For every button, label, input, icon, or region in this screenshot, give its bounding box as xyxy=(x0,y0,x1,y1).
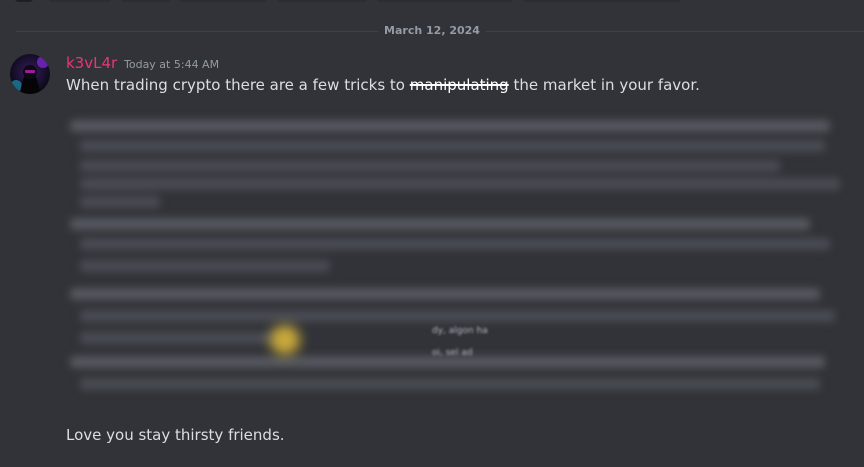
message-text-strikethrough: manipulating xyxy=(409,76,509,94)
reaction-pill[interactable] xyxy=(522,0,682,2)
date-text: March 12, 2024 xyxy=(378,24,486,37)
blurred-fragment: dy, algon ha xyxy=(432,326,488,336)
avatar[interactable] xyxy=(10,54,50,94)
message-text-start: When trading crypto there are a few tric… xyxy=(66,76,405,94)
blurred-line xyxy=(80,260,330,272)
blurred-line xyxy=(80,140,825,152)
message-text-end: the market in your favor. xyxy=(513,76,700,94)
message-author[interactable]: k3vL4r xyxy=(66,54,117,72)
message-closing-line: Love you stay thirsty friends. xyxy=(66,426,285,444)
message-timestamp: Today at 5:44 AM xyxy=(124,58,220,71)
blurred-fragment: oi, sel ad xyxy=(432,348,473,358)
blurred-line xyxy=(80,196,160,208)
chat-view: March 12, 2024 k3vL4r Today at 5:44 AM W… xyxy=(0,0,864,467)
message-first-line: When trading crypto there are a few tric… xyxy=(66,76,700,94)
blurred-line xyxy=(80,378,820,390)
blurred-line xyxy=(70,288,820,300)
reaction-pill[interactable] xyxy=(48,0,112,2)
blurred-emoji xyxy=(270,325,300,355)
reaction-pill[interactable] xyxy=(179,0,267,2)
blurred-text-lines xyxy=(60,110,850,410)
blurred-message-body: dy, algon ha oi, sel ad xyxy=(60,110,850,410)
reaction-pill[interactable] xyxy=(276,0,368,2)
blurred-line xyxy=(70,120,830,132)
blurred-line xyxy=(80,238,830,250)
blurred-line xyxy=(80,332,290,344)
reaction-pill[interactable] xyxy=(14,0,34,2)
date-divider-label: March 12, 2024 xyxy=(0,24,864,37)
blurred-line xyxy=(80,310,835,322)
top-toolbar-cropped xyxy=(0,0,864,2)
blurred-line xyxy=(80,160,780,172)
reaction-pill[interactable] xyxy=(376,0,514,2)
blurred-line xyxy=(80,178,840,190)
avatar-image xyxy=(10,54,50,94)
blurred-line xyxy=(70,218,810,230)
reaction-pill[interactable] xyxy=(121,0,171,2)
